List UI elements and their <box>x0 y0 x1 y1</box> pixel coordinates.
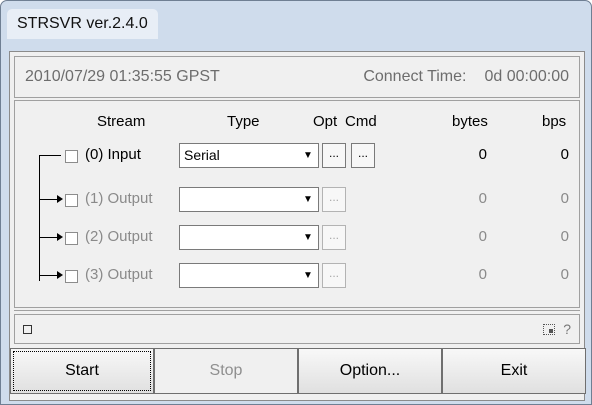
output-1-checkbox[interactable] <box>65 194 78 207</box>
stop-button[interactable]: Stop <box>154 348 298 394</box>
start-button[interactable]: Start <box>10 348 154 394</box>
input-bps: 0 <box>560 146 569 163</box>
output-1-label: (1) Output <box>85 190 153 207</box>
output-3-checkbox[interactable] <box>65 270 78 283</box>
output-2-bps: 0 <box>560 228 569 245</box>
client-area: 2010/07/29 01:35:55 GPST Connect Time: 0… <box>9 51 586 401</box>
exit-button[interactable]: Exit <box>442 348 586 394</box>
output-1-type-select[interactable]: ▼ <box>179 187 319 212</box>
stream-row-input: (0) Input Serial ▼ ... ... 0 0 <box>15 141 579 171</box>
stream-row-output-3: (3) Output ▼ ... 0 0 <box>15 261 579 291</box>
header-stream: Stream <box>97 113 146 130</box>
header-opt: Opt <box>313 113 338 130</box>
stream-row-output-2: (2) Output ▼ ... 0 0 <box>15 223 579 253</box>
chevron-down-icon[interactable]: ▼ <box>298 226 318 249</box>
chevron-down-icon[interactable]: ▼ <box>298 144 318 167</box>
input-type-value: Serial <box>184 147 220 163</box>
help-icon[interactable]: ? <box>563 321 571 337</box>
connect-time-label: Connect Time: <box>363 68 467 85</box>
status-panel: 2010/07/29 01:35:55 GPST Connect Time: 0… <box>14 56 580 98</box>
input-checkbox[interactable] <box>65 150 78 163</box>
input-opt-button[interactable]: ... <box>322 143 346 168</box>
bottom-status-bar: ? <box>14 314 580 344</box>
indicator-icon <box>23 324 32 334</box>
output-2-checkbox[interactable] <box>65 232 78 245</box>
header-bytes: bytes <box>452 113 488 130</box>
chevron-down-icon[interactable]: ▼ <box>298 188 318 211</box>
stream-panel: Stream Type Opt Cmd bytes bps (0) Input … <box>14 100 580 308</box>
output-3-type-select[interactable]: ▼ <box>179 263 319 288</box>
input-type-select[interactable]: Serial ▼ <box>179 143 319 168</box>
output-3-bps: 0 <box>560 266 569 283</box>
stream-row-output-1: (1) Output ▼ ... 0 0 <box>15 185 579 215</box>
output-1-opt-button[interactable]: ... <box>322 187 346 212</box>
output-2-opt-button[interactable]: ... <box>322 225 346 250</box>
output-3-bytes: 0 <box>478 266 487 283</box>
output-1-bytes: 0 <box>478 190 487 207</box>
datetime-text: 2010/07/29 01:35:55 GPST <box>25 68 220 85</box>
input-label: (0) Input <box>85 146 141 163</box>
header-bps: bps <box>542 113 567 130</box>
output-1-bps: 0 <box>560 190 569 207</box>
button-bar: Start Stop Option... Exit <box>10 348 586 394</box>
connect-time-value: 0d 00:00:00 <box>484 68 569 85</box>
chevron-down-icon[interactable]: ▼ <box>298 264 318 287</box>
output-3-label: (3) Output <box>85 266 153 283</box>
output-2-label: (2) Output <box>85 228 153 245</box>
separator <box>14 310 580 311</box>
output-2-type-select[interactable]: ▼ <box>179 225 319 250</box>
header-cmd: Cmd <box>345 113 377 130</box>
input-cmd-button[interactable]: ... <box>351 143 375 168</box>
output-3-opt-button[interactable]: ... <box>322 263 346 288</box>
header-type: Type <box>227 113 260 130</box>
option-button[interactable]: Option... <box>298 348 442 394</box>
window-title: STRSVR ver.2.4.0 <box>7 9 158 39</box>
output-2-bytes: 0 <box>478 228 487 245</box>
strsvr-window: STRSVR ver.2.4.0 2010/07/29 01:35:55 GPS… <box>0 0 592 405</box>
dotted-box-icon[interactable] <box>543 323 556 335</box>
input-bytes: 0 <box>478 146 487 163</box>
title-bar: STRSVR ver.2.4.0 <box>7 7 585 41</box>
